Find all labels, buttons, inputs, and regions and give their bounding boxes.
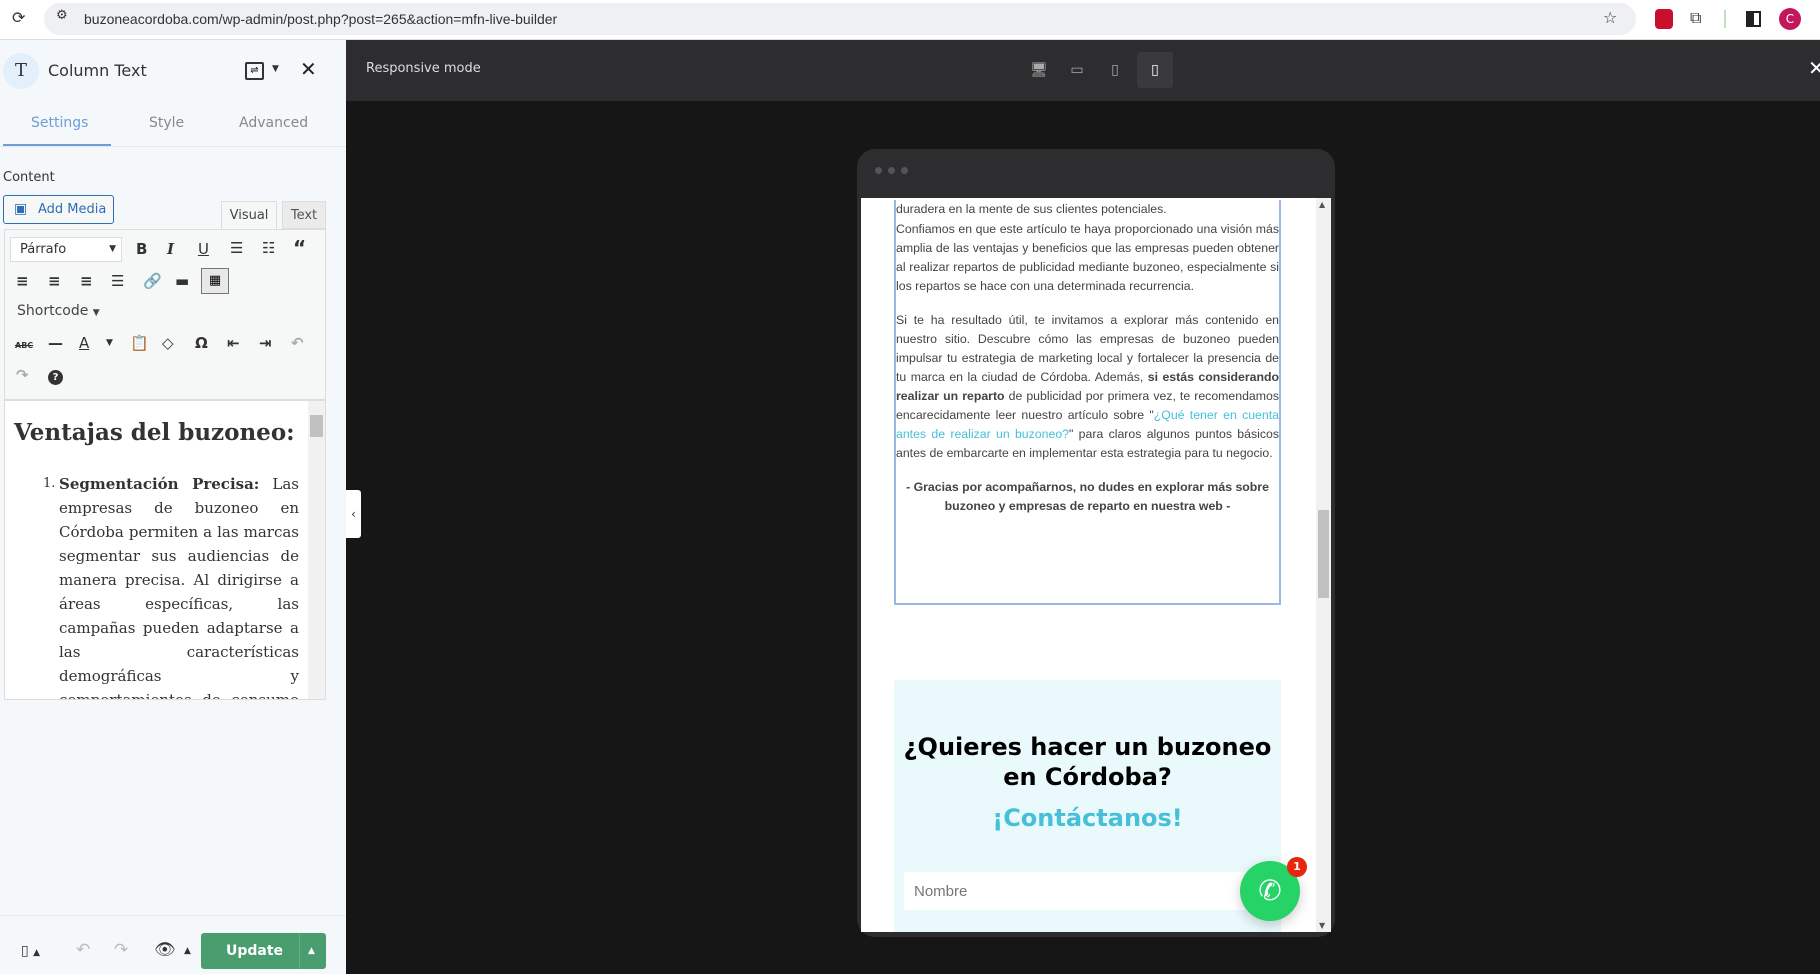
extensions-icon[interactable]: ⧉ [1690, 8, 1701, 28]
bullet-list-icon[interactable]: ☰ [230, 239, 243, 257]
sidebar-tabs: Settings Style Advanced [0, 101, 346, 147]
laptop-device-icon[interactable]: ▭ [1062, 55, 1092, 85]
cta-subtitle: ¡Contáctanos! [992, 804, 1183, 832]
name-input[interactable] [904, 872, 1262, 910]
list-number: 1. [43, 476, 56, 491]
tablet-device-icon[interactable]: ▯ [1100, 55, 1130, 85]
tab-style[interactable]: Style [149, 115, 184, 131]
align-right-icon[interactable]: ≡ [80, 272, 93, 290]
redo-button[interactable]: ↷ [114, 940, 128, 960]
blockquote-icon[interactable]: “ [293, 236, 306, 260]
paragraph-2: Si te ha resultado útil, te invitamos a … [896, 313, 1279, 460]
editor-toolbar: Párrafo ▼ B I U ☰ ☷ “ ≡ ≡ ≡ ☰ 🔗 ▬ ▦ Short… [4, 229, 326, 400]
preview-scrollbar[interactable]: ▲ ▼ [1316, 198, 1331, 932]
chevron-down-icon[interactable]: ▼ [106, 338, 113, 348]
brave-shield-icon[interactable] [1655, 9, 1673, 29]
add-media-button[interactable]: ▣ Add Media [3, 195, 114, 224]
responsive-mode-label: Responsive mode [366, 61, 481, 76]
align-center-icon[interactable]: ≡ [48, 272, 61, 290]
clear-formatting-icon[interactable]: ◇ [162, 334, 174, 352]
divider [0, 915, 346, 916]
browser-toolbar: ⟳ buzoneacordoba.com/wp-admin/post.php?p… [0, 0, 1820, 40]
special-character-icon[interactable]: Ω [195, 334, 208, 352]
underline-icon[interactable]: U [198, 240, 209, 258]
closing-text: - Gracias por acompañarnos, no dudes en … [906, 480, 1269, 513]
device-switch-button[interactable]: ▯ ▲ [6, 933, 58, 969]
whatsapp-icon: ✆ [1258, 874, 1282, 907]
reload-icon[interactable]: ⟳ [12, 8, 25, 27]
window-dots [875, 167, 882, 174]
italic-icon[interactable]: I [167, 240, 174, 258]
link-icon[interactable]: 🔗 [143, 272, 162, 290]
tab-text[interactable]: Text [282, 201, 326, 229]
column-text-block[interactable]: duradera en la mente de sus clientes pot… [894, 200, 1281, 605]
collapse-sidebar-handle[interactable]: ‹ [346, 490, 361, 538]
toolbar-toggle-icon[interactable]: ▦ [201, 268, 229, 294]
chevron-down-icon: ▼ [109, 244, 116, 254]
element-title: Column Text [48, 61, 147, 80]
desktop-device-icon[interactable]: 🖥 [1024, 55, 1054, 85]
text-color-icon[interactable]: A [79, 334, 89, 352]
update-button[interactable]: Update ▲ [201, 933, 326, 969]
tab-settings[interactable]: Settings [31, 115, 88, 131]
paragraph-1: Confiamos en que este artículo te haya p… [896, 222, 1279, 293]
side-panel-icon[interactable] [1746, 11, 1761, 27]
align-left-icon[interactable]: ≡ [16, 272, 29, 290]
media-icon: ▣ [14, 201, 28, 217]
format-select[interactable]: Párrafo ▼ [10, 237, 122, 262]
close-icon[interactable]: ✕ [300, 57, 317, 81]
close-icon[interactable]: ✕ [1808, 56, 1820, 80]
preview-eye-icon[interactable]: 👁 [154, 940, 176, 960]
item-text: Las empresas de buzoneo en Córdoba permi… [59, 475, 299, 700]
read-more-icon[interactable]: ▬ [175, 272, 189, 290]
redo-icon[interactable]: ↷ [16, 366, 29, 384]
chevron-up-icon[interactable]: ▲ [308, 933, 315, 969]
cta-title: ¿Quieres hacer un buzoneo en Córdoba? [903, 733, 1272, 791]
indent-icon[interactable]: ⇥ [259, 334, 272, 352]
strikethrough-icon[interactable]: ABC [15, 341, 33, 350]
editor-heading: Ventajas del buzoneo: [14, 419, 295, 446]
notification-badge: 1 [1287, 857, 1307, 877]
profile-avatar[interactable]: C [1779, 8, 1801, 30]
tab-visual[interactable]: Visual [221, 201, 277, 230]
undo-icon[interactable]: ↶ [291, 334, 304, 352]
bookmark-star-icon[interactable]: ☆ [1603, 8, 1617, 27]
site-info-icon[interactable]: ⚙ [56, 8, 68, 23]
outdent-icon[interactable]: ⇤ [227, 334, 240, 352]
chevron-up-icon[interactable]: ▲ [184, 946, 191, 956]
chevron-down-icon[interactable]: ▼ [272, 64, 279, 74]
cta-section: ¿Quieres hacer un buzoneo en Córdoba? ¡C… [894, 680, 1281, 932]
undo-button[interactable]: ↶ [76, 940, 90, 960]
item-bold: Segmentación Precisa: [59, 475, 260, 493]
paragraph: duradera en la mente de sus clientes pot… [896, 202, 1167, 216]
builder-topbar: Responsive mode 🖥 ▭ ▯ ▯ ✕ [346, 40, 1820, 101]
numbered-list-icon[interactable]: ☷ [262, 239, 275, 257]
help-icon[interactable]: ? [48, 370, 63, 385]
paste-text-icon[interactable]: 📋 [130, 334, 149, 352]
tab-advanced[interactable]: Advanced [239, 115, 308, 131]
shortcode-dropdown[interactable]: Shortcode ▼ [17, 303, 100, 319]
bold-icon[interactable]: B [136, 240, 147, 258]
mobile-device-icon[interactable]: ▯ [1137, 52, 1173, 88]
divider [1724, 10, 1726, 28]
settings-sidebar: T Column Text ⇌ ▼ ✕ Settings Style Advan… [0, 40, 346, 974]
address-bar[interactable]: buzoneacordoba.com/wp-admin/post.php?pos… [44, 3, 1636, 35]
content-label: Content [3, 170, 55, 185]
presets-icon[interactable]: ⇌ [245, 62, 264, 80]
editor-scrollbar[interactable] [308, 401, 325, 699]
active-tab-indicator [3, 144, 111, 146]
visual-editor[interactable]: Ventajas del buzoneo: 1. Segmentación Pr… [4, 400, 326, 700]
horizontal-line-icon[interactable]: — [48, 334, 63, 352]
justify-icon[interactable]: ☰ [111, 272, 124, 290]
text-element-icon: T [3, 53, 39, 89]
chevron-down-icon: ▼ [92, 308, 100, 318]
preview-screen: ▲ ▼ duradera en la mente de sus clientes… [861, 198, 1331, 932]
